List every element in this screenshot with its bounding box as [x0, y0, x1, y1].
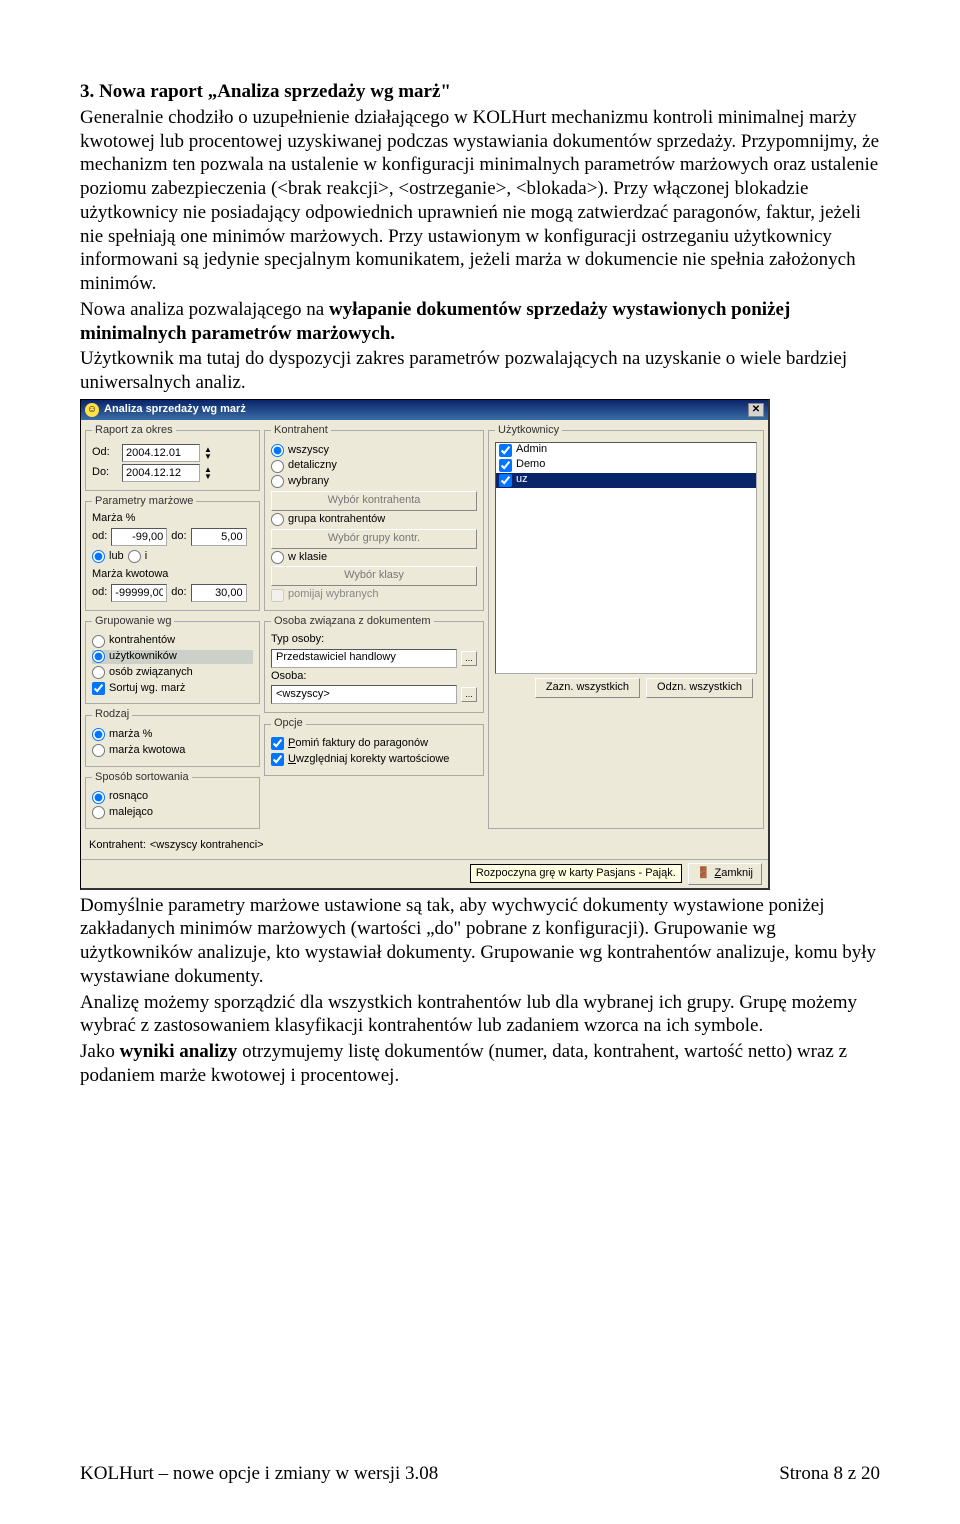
radio-detaliczny[interactable]: detaliczny — [271, 459, 477, 473]
radio-uzytkownikow[interactable]: użytkowników — [92, 650, 253, 664]
fieldset-osoba: Osoba związana z dokumentem Typ osoby: P… — [264, 615, 484, 713]
para-4: Domyślnie parametry marżowe ustawione są… — [80, 894, 880, 989]
marz-od-label: od: — [92, 530, 107, 544]
close-icon[interactable]: ✕ — [748, 403, 764, 417]
check-uwzgledniaj-korekty[interactable]: Uwzględniaj korekty wartościowe — [271, 753, 477, 767]
titlebar[interactable]: ☺ Analiza sprzedaży wg marż ✕ — [81, 400, 768, 420]
footer-left: KOLHurt – nowe opcje i zmiany w wersji 3… — [80, 1462, 438, 1486]
kontr-footer-label: Kontrahent: — [89, 839, 146, 853]
fieldset-opcje: Opcje Pomiń faktury do paragonów Uwzględ… — [264, 717, 484, 775]
osoba-label: Osoba: — [271, 670, 477, 684]
kontr-footer-value: <wszyscy kontrahenci> — [150, 839, 264, 853]
legend-opcje: Opcje — [271, 717, 306, 731]
section-heading: 3. Nowa raport „Analiza sprzedaży wg mar… — [80, 80, 880, 104]
btn-wybor-grupy[interactable]: Wybór grupy kontr. — [271, 529, 477, 549]
marza-kwotowa-label: Marża kwotowa — [92, 568, 253, 582]
btn-zamknij[interactable]: 🚪 Zamknij — [688, 863, 762, 885]
fieldset-sposob-sortowania: Sposób sortowania rosnąco malejąco — [85, 771, 260, 829]
legend-sort: Sposób sortowania — [92, 771, 192, 785]
tooltip-text: Rozpoczyna grę w karty Pasjans - Pająk. — [470, 864, 682, 884]
fieldset-rodzaj: Rodzaj marża % marża kwotowa — [85, 708, 260, 766]
radio-marza-kwotowa[interactable]: marża kwotowa — [92, 744, 253, 758]
radio-wszyscy[interactable]: wszyscy — [271, 444, 477, 458]
legend-raport: Raport za okres — [92, 424, 176, 438]
btn-odzn-wszystkich[interactable]: Odzn. wszystkich — [646, 678, 753, 698]
smiley-icon: ☺ — [85, 403, 99, 417]
marz-pct-od-input[interactable] — [111, 528, 167, 546]
radio-w-klasie[interactable]: w klasie — [271, 551, 477, 565]
legend-rodzaj: Rodzaj — [92, 708, 132, 722]
para-6b: wyniki analizy — [120, 1041, 238, 1062]
para-1: Generalnie chodziło o uzupełnienie dział… — [80, 106, 880, 296]
radio-i[interactable]: i — [128, 550, 147, 564]
fieldset-uzytkownicy: Użytkownicy Admin Demo uz Zazn. wszystki… — [488, 424, 764, 829]
radio-rosnaco[interactable]: rosnąco — [92, 790, 253, 804]
legend-users: Użytkownicy — [495, 424, 562, 438]
footer-right: Strona 8 z 20 — [779, 1462, 880, 1486]
od-label: Od: — [92, 446, 118, 460]
typ-osoby-ellipsis-button[interactable]: ... — [461, 651, 477, 666]
user-list[interactable]: Admin Demo uz — [495, 442, 757, 674]
marz-kw-od-input[interactable] — [111, 584, 167, 602]
date-updown-icon[interactable]: ▲▼ — [204, 446, 212, 460]
para-6: Jako wyniki analizy otrzymujemy listę do… — [80, 1040, 880, 1088]
dialog-analiza: ☺ Analiza sprzedaży wg marż ✕ Raport za … — [80, 399, 770, 890]
marz-do-label: do: — [171, 530, 186, 544]
radio-osob[interactable]: osób związanych — [92, 666, 253, 680]
radio-malejaco[interactable]: malejąco — [92, 806, 253, 820]
para-2: Nowa analiza pozwalającego na wyłapanie … — [80, 298, 880, 346]
check-pomijaj-wybranych[interactable]: pomijaj wybranych — [271, 588, 477, 602]
radio-wybrany[interactable]: wybrany — [271, 475, 477, 489]
btn-wybor-klasy[interactable]: Wybór klasy — [271, 566, 477, 586]
typ-osoby-label: Typ osoby: — [271, 633, 477, 647]
list-item: Demo — [496, 458, 756, 473]
typ-osoby-value: Przedstawiciel handlowy — [276, 651, 396, 665]
btn-wybor-kontrahenta[interactable]: Wybór kontrahenta — [271, 491, 477, 511]
door-icon: 🚪 — [697, 867, 711, 881]
fieldset-kontrahent: Kontrahent wszyscy detaliczny wybrany Wy… — [264, 424, 484, 611]
page-footer: KOLHurt – nowe opcje i zmiany w wersji 3… — [80, 1462, 880, 1486]
para-2a: Nowa analiza pozwalającego na — [80, 299, 329, 320]
legend-group: Grupowanie wg — [92, 615, 174, 629]
fieldset-raport-okres: Raport za okres Od: ▲▼ Do: ▲▼ — [85, 424, 260, 491]
kontrahent-footer-line: Kontrahent: <wszyscy kontrahenci> — [81, 833, 768, 859]
marz-pct-do-input[interactable] — [191, 528, 247, 546]
do-label: Do: — [92, 466, 118, 480]
legend-marz: Parametry marżowe — [92, 495, 196, 509]
para-6a: Jako — [80, 1041, 120, 1062]
date-od-input[interactable] — [122, 444, 200, 462]
check-sortuj-marz[interactable]: Sortuj wg. marż — [92, 682, 253, 696]
osoba-select[interactable]: <wszyscy> — [271, 685, 457, 704]
typ-osoby-select[interactable]: Przedstawiciel handlowy — [271, 649, 457, 668]
osoba-value: <wszyscy> — [276, 688, 330, 702]
para-5: Analizę możemy sporządzić dla wszystkich… — [80, 991, 880, 1039]
date-updown-icon[interactable]: ▲▼ — [204, 466, 212, 480]
marzkw-do-label: do: — [171, 586, 186, 600]
radio-grupa-kontrahentow[interactable]: grupa kontrahentów — [271, 513, 477, 527]
marzkw-od-label: od: — [92, 586, 107, 600]
legend-kontrahent: Kontrahent — [271, 424, 331, 438]
para-3: Użytkownik ma tutaj do dyspozycji zakres… — [80, 347, 880, 395]
fieldset-parametry-marzowe: Parametry marżowe Marża % od: do: lub i … — [85, 495, 260, 611]
legend-osoba: Osoba związana z dokumentem — [271, 615, 434, 629]
radio-lub[interactable]: lub — [92, 550, 124, 564]
radio-marza-pct[interactable]: marża % — [92, 728, 253, 742]
btn-zazn-wszystkich[interactable]: Zazn. wszystkich — [535, 678, 640, 698]
dialog-title: Analiza sprzedaży wg marż — [104, 403, 246, 417]
list-item: uz — [496, 473, 756, 488]
date-do-input[interactable] — [122, 464, 200, 482]
dialog-statusbar: Rozpoczyna grę w karty Pasjans - Pająk. … — [81, 859, 768, 888]
fieldset-grupowanie: Grupowanie wg kontrahentów użytkowników … — [85, 615, 260, 705]
marz-kw-do-input[interactable] — [191, 584, 247, 602]
osoba-ellipsis-button[interactable]: ... — [461, 687, 477, 702]
marza-pct-label: Marża % — [92, 512, 253, 526]
radio-kontrahentow[interactable]: kontrahentów — [92, 634, 253, 648]
check-pomin-faktury[interactable]: Pomiń faktury do paragonów — [271, 737, 477, 751]
list-item: Admin — [496, 443, 756, 458]
